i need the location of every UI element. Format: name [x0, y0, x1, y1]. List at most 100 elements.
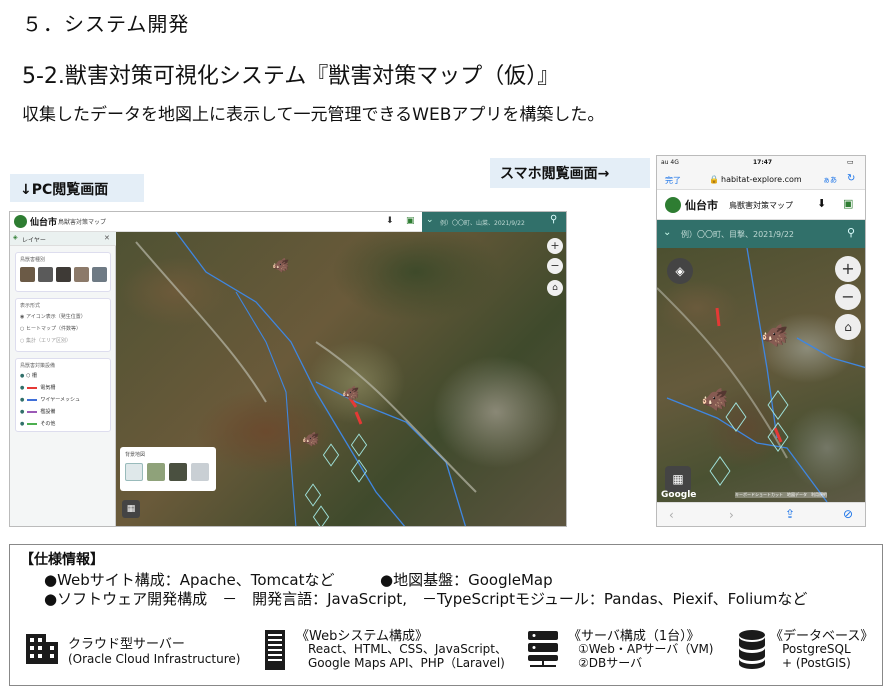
facility-label: 電気柵 [40, 385, 56, 391]
facility-toggle-fence[interactable]: ● ⬡ 柵 [20, 372, 37, 379]
animal-marker-icon[interactable]: 🐗 [701, 388, 728, 413]
animal-toggle-deer[interactable] [38, 267, 53, 282]
animal-marker-icon[interactable]: 🐗 [342, 386, 359, 402]
google-logo: Google [661, 490, 697, 500]
page-title: 5-2.獣害対策可視化システム『獣害対策マップ（仮）』 [22, 64, 560, 89]
chat-icon[interactable]: ▣ [406, 216, 415, 226]
display-option-icon[interactable]: ◉ アイコン表示（発生位置） [20, 313, 86, 320]
sp-browser-bar: 完了 🔒 habitat-explore.com ぁあ ↻ [657, 170, 865, 190]
basemap-thumb-terrain[interactable] [147, 463, 165, 481]
display-option-label: ヒートマップ（件数等） [25, 326, 81, 332]
battery-icon: ▭ [847, 158, 854, 166]
facilities-card: 鳥獣害対策設備 ● ⬡ 柵 ● 電気柵 ● ワイヤーメッシュ ● 檻設備 ● その他 [15, 358, 111, 432]
chevron-down-icon[interactable]: ⌄ [426, 215, 434, 225]
sp-app-header: 仙台市 鳥獣害対策マップ ⬇ ▣ [657, 190, 865, 220]
spec-item-sub: ①Web・APサーバ（VM) ②DBサーバ [578, 642, 714, 670]
server-rack-icon [265, 630, 285, 670]
share-icon[interactable]: ⇪ [785, 507, 795, 521]
url-field[interactable]: habitat-explore.com [721, 175, 802, 184]
spec-line-software: ●ソフトウェア開発構成 － 開発言語：JavaScript, [44, 590, 408, 608]
pc-app-header: 仙台市 鳥獣害対策マップ ⬇ ▣ [10, 212, 422, 232]
grid-menu-icon[interactable]: ▦ [665, 466, 691, 492]
pc-layer-panel: ◈ レイヤー ✕ 鳥獣害種別 表示形式 ◉ アイコン表示（発生位置） ○ ヒート… [10, 232, 116, 526]
text-size-button[interactable]: ぁあ [823, 175, 837, 185]
display-option-heatmap[interactable]: ○ ヒートマップ（件数等） [20, 325, 81, 332]
zoom-in-button[interactable]: + [547, 238, 563, 254]
pc-screenshot: 仙台市 鳥獣害対策マップ ⬇ ▣ ⌄ 例）〇〇町、山菜、2021/9/22 ⚲ … [9, 211, 567, 527]
compass-icon[interactable]: ⊘ [843, 507, 853, 521]
pc-search-bar[interactable]: ⌄ 例）〇〇町、山菜、2021/9/22 ⚲ [422, 212, 566, 232]
animal-type-title: 鳥獣害種別 [20, 257, 46, 263]
layers-icon: ◈ [13, 234, 18, 241]
spec-heading: 【仕様情報】 [20, 552, 104, 568]
zoom-out-button[interactable]: − [547, 258, 563, 274]
animal-toggle-bear[interactable] [56, 267, 71, 282]
animal-marker-icon[interactable]: 🐗 [272, 258, 289, 274]
download-icon[interactable]: ⬇ [817, 197, 826, 210]
chevron-down-icon[interactable]: ⌄ [663, 227, 671, 238]
layers-icon[interactable]: ◈ [667, 258, 693, 284]
layer-panel-header: ◈ レイヤー ✕ [10, 232, 116, 246]
animal-toggle-other[interactable] [92, 267, 107, 282]
zoom-in-button[interactable]: + [835, 256, 861, 282]
facility-toggle-wire-mesh[interactable]: ● ワイヤーメッシュ [20, 396, 80, 403]
sp-search-bar[interactable]: ⌄ 例）〇〇町、目撃、2021/9/22 ⚲ [657, 220, 865, 248]
facility-label: ワイヤーメッシュ [40, 397, 81, 403]
display-option-aggregate[interactable]: ○ 集計（エリア区別） [20, 337, 71, 344]
animal-toggle-monkey[interactable] [74, 267, 89, 282]
done-button[interactable]: 完了 [665, 175, 681, 186]
animal-marker-icon[interactable]: 🐗 [302, 432, 319, 448]
home-button[interactable]: ⌂ [547, 280, 563, 296]
facilities-title: 鳥獣害対策設備 [20, 363, 56, 369]
basemap-thumb-satellite[interactable] [169, 463, 187, 481]
map-attribution[interactable]: キーボードショートカット 地図データ 利用規約 [735, 492, 827, 498]
basemap-thumb-hybrid[interactable] [191, 463, 209, 481]
forward-icon[interactable]: › [729, 508, 734, 522]
spec-line-map: ●地図基盤：GoogleMap [380, 571, 553, 589]
spec-item-sub: PostgreSQL + (PostGIS) [782, 642, 851, 670]
search-icon[interactable]: ⚲ [847, 226, 855, 239]
sp-screenshot: au 4G 17:47 ▭ 完了 🔒 habitat-explore.com ぁ… [656, 155, 866, 527]
spec-item-sub: (Oracle Cloud Infrastructure) [68, 652, 241, 666]
city-logo-icon [14, 215, 27, 228]
sp-browser-toolbar: ‹ › ⇪ ⊘ [657, 502, 865, 526]
reload-icon[interactable]: ↻ [847, 173, 855, 184]
basemap-thumb-roadmap[interactable] [125, 463, 143, 481]
pc-city-name: 仙台市 [30, 218, 58, 228]
spec-item-sub: React、HTML、CSS、JavaScript、 Google Maps A… [308, 642, 507, 670]
animal-marker-icon[interactable]: 🐗 [761, 324, 788, 349]
server-stack-icon [528, 631, 558, 667]
animal-toggle-boar[interactable] [20, 267, 35, 282]
facility-toggle-other[interactable]: ● その他 [20, 420, 55, 427]
section-heading: ５．システム開発 [22, 12, 190, 36]
building-icon [26, 634, 58, 664]
facility-label: その他 [40, 421, 56, 427]
sp-status-bar: au 4G 17:47 ▭ [657, 156, 865, 170]
pc-search-input[interactable]: 例）〇〇町、山菜、2021/9/22 [440, 218, 525, 227]
sp-search-input[interactable]: 例）〇〇町、目撃、2021/9/22 [681, 229, 794, 240]
basemap-card: 背景地図 [120, 447, 216, 491]
lock-icon: 🔒 [709, 175, 719, 184]
back-icon[interactable]: ‹ [669, 508, 674, 522]
close-icon[interactable]: ✕ [104, 234, 110, 242]
facility-toggle-electric[interactable]: ● 電気柵 [20, 384, 55, 391]
sp-map-view[interactable]: ◈ + − ⌂ 🐗 🐗 ▦ Google キーボードショートカット 地図データ … [657, 248, 865, 502]
chat-icon[interactable]: ▣ [843, 197, 853, 210]
page-description: 収集したデータを地図上に表示して一元管理できるWEBアプリを構築した。 [22, 105, 605, 125]
spec-line-modules: －TypeScriptモジュール：Pandas、Piexif、Foliumなど [422, 590, 808, 608]
grid-menu-icon[interactable]: ▦ [122, 500, 140, 518]
display-format-title: 表示形式 [20, 303, 41, 309]
sp-view-label: スマホ閲覧画面→ [490, 158, 650, 188]
facility-toggle-cage[interactable]: ● 檻設備 [20, 408, 55, 415]
pc-view-label: ↓PC閲覧画面 [10, 174, 144, 202]
home-button[interactable]: ⌂ [835, 314, 861, 340]
basemap-title: 背景地図 [125, 452, 146, 458]
zoom-out-button[interactable]: − [835, 284, 861, 310]
display-option-label: アイコン表示（発生位置） [25, 314, 86, 320]
facility-label: 柵 [31, 373, 37, 379]
search-icon[interactable]: ⚲ [550, 214, 557, 225]
download-icon[interactable]: ⬇ [386, 216, 394, 226]
spec-item-title: クラウド型サーバー [68, 637, 185, 652]
clock-label: 17:47 [753, 159, 773, 166]
pc-app-name: 鳥獣害対策マップ [58, 219, 107, 226]
